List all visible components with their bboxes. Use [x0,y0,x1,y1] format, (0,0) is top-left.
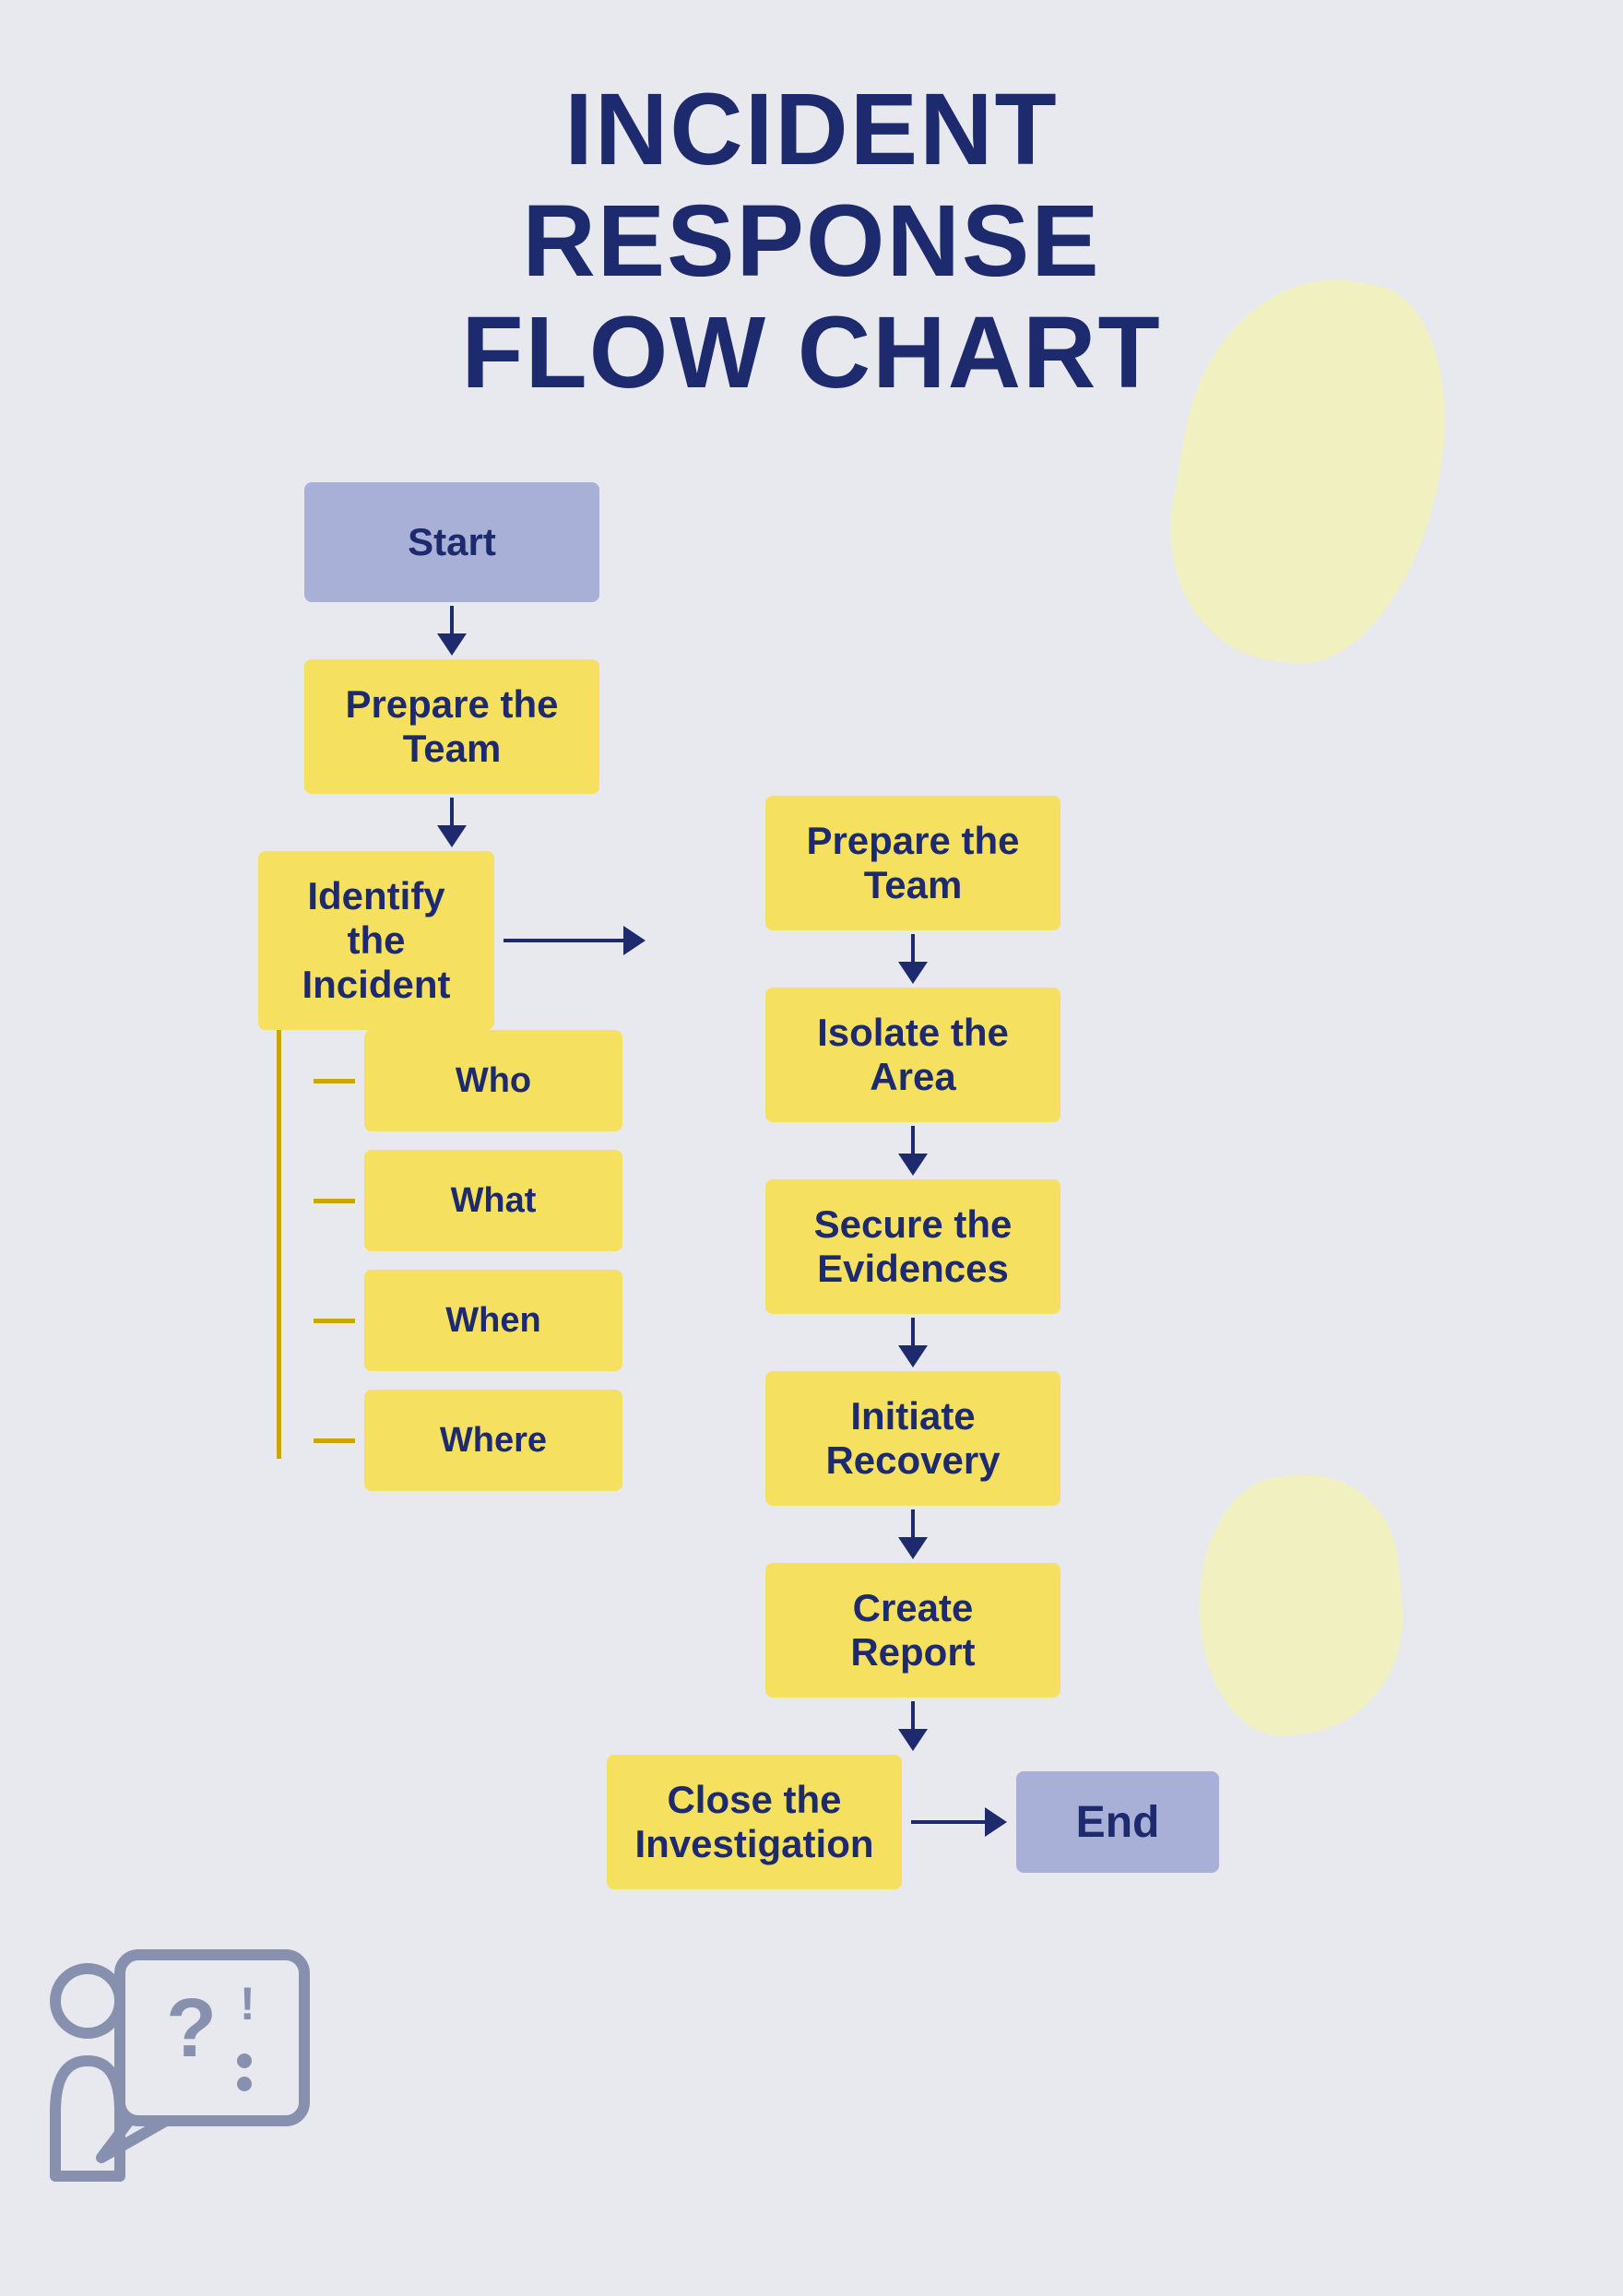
arrow-isolate-to-secure [898,1126,928,1176]
branch-when: When [314,1270,622,1371]
create-report-box: Create Report [765,1563,1060,1698]
branch-vertical-line [277,1030,281,1459]
prepare-team-label-right: Prepare the Team [793,819,1033,907]
what-label: What [451,1181,537,1221]
branch-what: What [314,1150,622,1251]
prepare-team-box-left: Prepare the Team [304,659,599,794]
person-question-icon: ? ! [46,1927,341,2222]
close-row: Close the Investigation End [607,1755,1219,1889]
what-box: What [364,1150,622,1251]
who-label: Who [456,1061,531,1101]
page-container: INCIDENT RESPONSEFLOW CHART Start Prepar… [0,0,1623,2296]
branch-where: Where [314,1390,622,1491]
who-box: Who [364,1030,622,1131]
create-report-label: Create Report [793,1586,1033,1675]
left-column: Start Prepare the Team Identify the Inci… [258,482,646,1889]
arrow-initiate-to-report [898,1509,928,1559]
close-investigation-box: Close the Investigation [607,1755,902,1889]
when-box: When [364,1270,622,1371]
person-svg: ? ! [46,1927,323,2204]
arrow-prepare-to-identify [437,798,467,847]
arrow-secure-to-initiate [898,1318,928,1367]
arrow-report-to-close [898,1701,928,1751]
end-box: End [1016,1771,1219,1873]
branch-connector-who [314,1079,355,1083]
close-investigation-label: Close the Investigation [634,1778,874,1866]
secure-evidences-box: Secure the Evidences [765,1179,1060,1314]
page-title: INCIDENT RESPONSEFLOW CHART [397,74,1226,408]
where-box: Where [364,1390,622,1491]
arrow-identify-to-right [503,926,646,955]
branch-who: Who [314,1030,622,1131]
end-label: End [1076,1797,1160,1848]
identify-incident-box: Identify the Incident [258,851,494,1030]
arrow-prepare-to-isolate [898,934,928,984]
svg-text:!: ! [240,1978,255,2030]
branch-connector-when [314,1319,355,1323]
start-label: Start [408,520,496,564]
secure-evidences-label: Secure the Evidences [793,1202,1033,1291]
isolate-area-label: Isolate the Area [793,1011,1033,1099]
start-box: Start [304,482,599,602]
arrow-start-to-prepare [437,606,467,656]
flowchart: Start Prepare the Team Identify the Inci… [258,482,1365,1889]
branch-section: Who What When [258,1030,646,1509]
branch-connector-where [314,1438,355,1443]
where-label: Where [440,1421,547,1461]
arrow-close-to-end [911,1807,1007,1837]
svg-text:?: ? [166,1982,217,2075]
branch-connector-what [314,1199,355,1203]
identify-row: Identify the Incident [258,851,646,1030]
prepare-team-label-left: Prepare the Team [332,682,572,771]
initiate-recovery-box: Initiate Recovery [765,1371,1060,1506]
right-column: Prepare the Team Isolate the Area Secure… [719,482,1107,1889]
when-label: When [445,1301,540,1341]
identify-incident-label: Identify the Incident [286,874,467,1007]
prepare-team-box-right: Prepare the Team [765,796,1060,930]
initiate-recovery-label: Initiate Recovery [793,1394,1033,1483]
isolate-area-box: Isolate the Area [765,988,1060,1122]
